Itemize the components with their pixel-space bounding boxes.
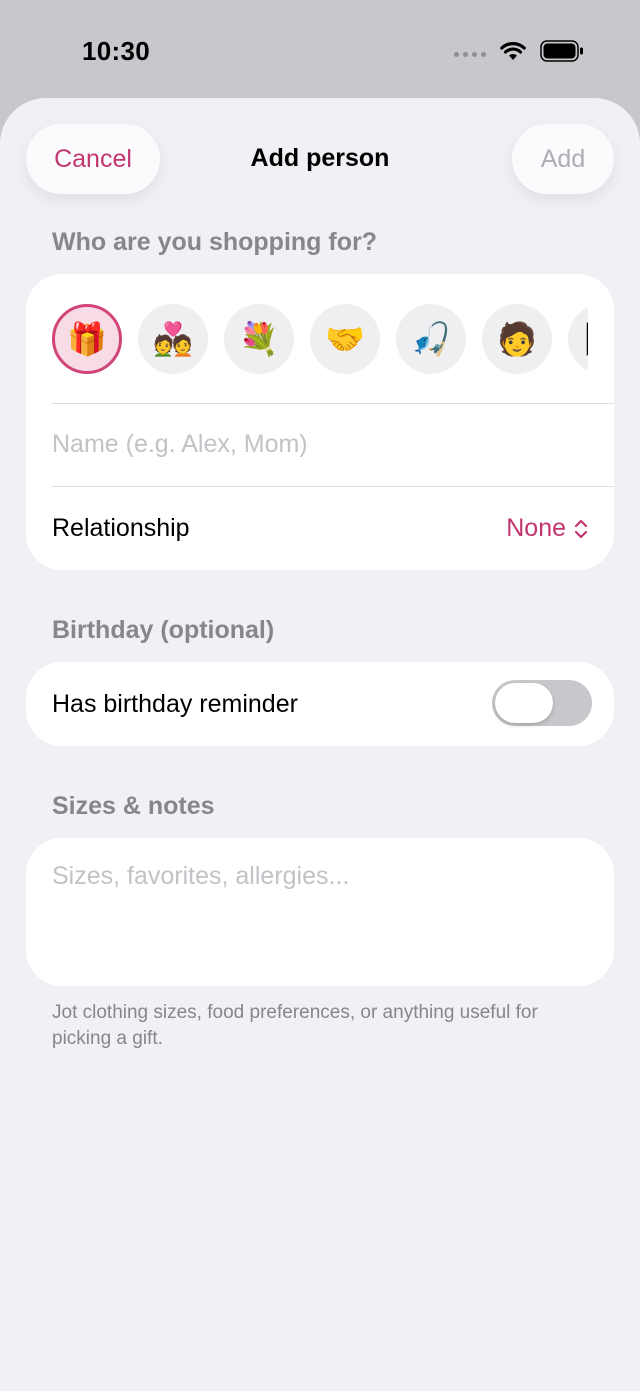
- emoji-option-handshake[interactable]: 🤝: [310, 304, 380, 374]
- notes-card: [26, 838, 614, 986]
- emoji-option-couple[interactable]: 💑: [138, 304, 208, 374]
- emoji-option-gift[interactable]: 🎁: [52, 304, 122, 374]
- toggle-knob: [495, 683, 553, 723]
- shopping-section-label: Who are you shopping for?: [52, 228, 377, 256]
- cellular-signal-icon: [454, 51, 486, 57]
- add-person-sheet: Cancel Add person Add Who are you shoppi…: [0, 98, 640, 1391]
- emoji-option-bouquet[interactable]: 💐: [224, 304, 294, 374]
- divider: [52, 486, 614, 487]
- status-icons: [454, 40, 584, 62]
- notes-section-label: Sizes & notes: [52, 792, 215, 820]
- birthday-card: Has birthday reminder: [26, 662, 614, 746]
- emoji-option-fishing[interactable]: 🎣: [396, 304, 466, 374]
- relationship-value: None: [506, 514, 566, 542]
- birthday-reminder-toggle[interactable]: [492, 680, 592, 726]
- wifi-icon: [500, 42, 526, 60]
- birthday-reminder-label: Has birthday reminder: [52, 690, 298, 718]
- relationship-picker[interactable]: None: [506, 514, 588, 543]
- status-bar: 10:30: [0, 0, 640, 100]
- person-card: 🎁 💑 💐 🤝 🎣 🧑 🖼 Relationship None: [26, 274, 614, 570]
- status-time: 10:30: [82, 36, 150, 66]
- name-input[interactable]: [52, 414, 592, 474]
- emoji-picker[interactable]: 🎁 💑 💐 🤝 🎣 🧑 🖼: [52, 304, 588, 374]
- chevron-up-down-icon: [574, 519, 588, 538]
- notes-textarea[interactable]: [52, 862, 588, 962]
- battery-icon: [540, 40, 583, 62]
- relationship-label: Relationship: [52, 514, 190, 542]
- notes-footnote: Jot clothing sizes, food preferences, or…: [52, 1002, 538, 1049]
- add-button[interactable]: Add: [512, 124, 614, 194]
- emoji-option-frame[interactable]: 🖼: [568, 304, 588, 374]
- birthday-section-label: Birthday (optional): [52, 616, 275, 644]
- emoji-option-person[interactable]: 🧑: [482, 304, 552, 374]
- divider: [52, 403, 614, 404]
